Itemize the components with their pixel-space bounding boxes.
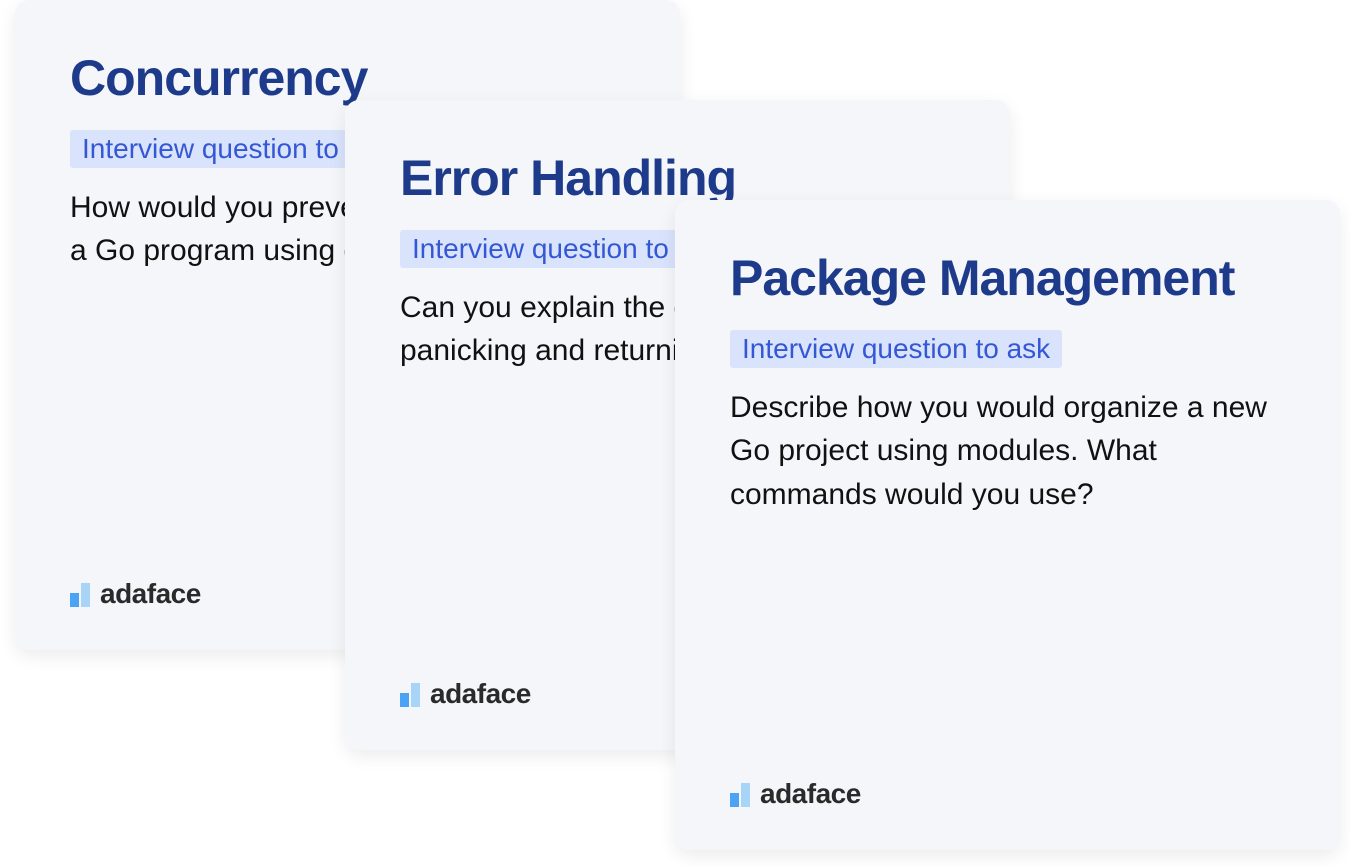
brand-logo: adaface: [730, 778, 1285, 810]
brand-name: adaface: [100, 578, 201, 610]
interview-card-package-management: Package Management Interview question to…: [675, 200, 1340, 850]
interview-badge: Interview question to ask: [730, 330, 1062, 368]
brand-name: adaface: [430, 678, 531, 710]
adaface-bars-icon: [400, 681, 420, 707]
adaface-bars-icon: [730, 781, 750, 807]
card-question: Describe how you would organize a new Go…: [730, 386, 1285, 517]
adaface-bars-icon: [70, 581, 90, 607]
card-title: Error Handling: [400, 150, 955, 208]
card-title: Package Management: [730, 250, 1285, 308]
brand-name: adaface: [760, 778, 861, 810]
card-title: Concurrency: [70, 50, 625, 108]
